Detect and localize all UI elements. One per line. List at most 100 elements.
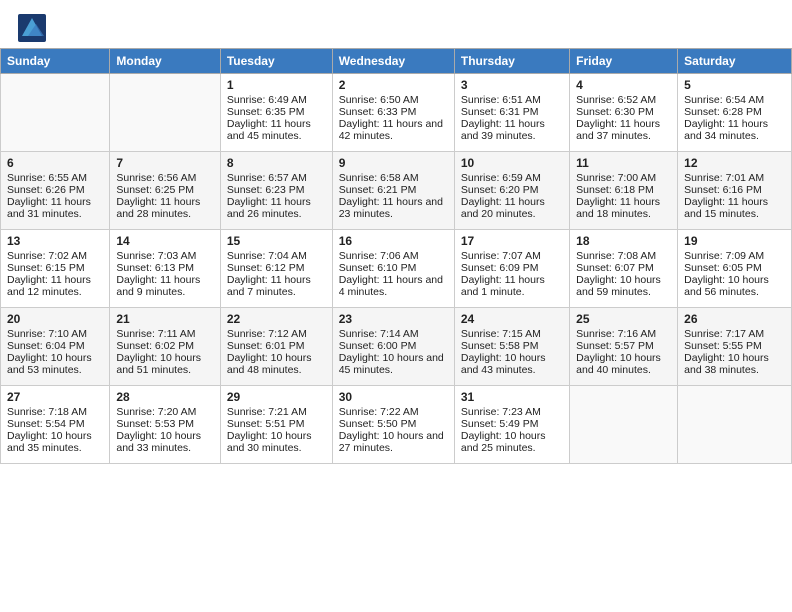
day-number: 25 bbox=[576, 312, 671, 326]
day-number: 20 bbox=[7, 312, 103, 326]
day-number: 15 bbox=[227, 234, 326, 248]
daylight-text: Daylight: 10 hours and 35 minutes. bbox=[7, 430, 103, 454]
calendar-cell: 9Sunrise: 6:58 AMSunset: 6:21 PMDaylight… bbox=[332, 152, 454, 230]
day-number: 16 bbox=[339, 234, 448, 248]
sunset-text: Sunset: 6:25 PM bbox=[116, 184, 213, 196]
sunrise-text: Sunrise: 7:21 AM bbox=[227, 406, 326, 418]
calendar-cell: 31Sunrise: 7:23 AMSunset: 5:49 PMDayligh… bbox=[454, 386, 569, 464]
calendar-cell: 2Sunrise: 6:50 AMSunset: 6:33 PMDaylight… bbox=[332, 74, 454, 152]
calendar-cell: 22Sunrise: 7:12 AMSunset: 6:01 PMDayligh… bbox=[220, 308, 332, 386]
calendar-cell: 29 Sunrise: 7:21 AMSunset: 5:51 PMDayligh… bbox=[220, 386, 332, 464]
calendar-week-row: 13Sunrise: 7:02 AMSunset: 6:15 PMDayligh… bbox=[1, 230, 792, 308]
sunset-text: Sunset: 6:21 PM bbox=[339, 184, 448, 196]
sunset-text: Sunset: 5:49 PM bbox=[461, 418, 563, 430]
sunset-text: Sunset: 6:28 PM bbox=[684, 106, 785, 118]
page-header bbox=[0, 0, 792, 48]
daylight-text: Daylight: 10 hours and 25 minutes. bbox=[461, 430, 563, 454]
sunset-text: Sunset: 6:10 PM bbox=[339, 262, 448, 274]
day-number: 28 bbox=[116, 390, 213, 404]
day-header-friday: Friday bbox=[570, 49, 678, 74]
day-number: 5 bbox=[684, 78, 785, 92]
sunrise-text: Sunrise: 7:18 AM bbox=[7, 406, 103, 418]
daylight-text: Daylight: 11 hours and 15 minutes. bbox=[684, 196, 785, 220]
day-number: 30 bbox=[339, 390, 448, 404]
daylight-text: Daylight: 10 hours and 38 minutes. bbox=[684, 352, 785, 376]
day-number: 27 bbox=[7, 390, 103, 404]
calendar-week-row: 20Sunrise: 7:10 AMSunset: 6:04 PMDayligh… bbox=[1, 308, 792, 386]
sunrise-text: Sunrise: 6:51 AM bbox=[461, 94, 563, 106]
sunrise-text: Sunrise: 6:52 AM bbox=[576, 94, 671, 106]
daylight-text: Daylight: 10 hours and 45 minutes. bbox=[339, 352, 448, 376]
calendar-cell: 26Sunrise: 7:17 AMSunset: 5:55 PMDayligh… bbox=[678, 308, 792, 386]
sunset-text: Sunset: 5:57 PM bbox=[576, 340, 671, 352]
sunset-text: Sunset: 6:30 PM bbox=[576, 106, 671, 118]
daylight-text: Daylight: 11 hours and 31 minutes. bbox=[7, 196, 103, 220]
calendar-cell: 5Sunrise: 6:54 AMSunset: 6:28 PMDaylight… bbox=[678, 74, 792, 152]
sunset-text: Sunset: 6:09 PM bbox=[461, 262, 563, 274]
sunrise-text: Sunrise: 7:10 AM bbox=[7, 328, 103, 340]
sunset-text: Sunset: 6:23 PM bbox=[227, 184, 326, 196]
daylight-text: Daylight: 11 hours and 45 minutes. bbox=[227, 118, 326, 142]
sunrise-text: Sunrise: 6:57 AM bbox=[227, 172, 326, 184]
sunrise-text: Sunrise: 7:01 AM bbox=[684, 172, 785, 184]
daylight-text: Daylight: 10 hours and 53 minutes. bbox=[7, 352, 103, 376]
day-number: 19 bbox=[684, 234, 785, 248]
sunset-text: Sunset: 5:54 PM bbox=[7, 418, 103, 430]
sunrise-text: Sunrise: 7:17 AM bbox=[684, 328, 785, 340]
sunrise-text: Sunrise: 6:56 AM bbox=[116, 172, 213, 184]
daylight-text: Daylight: 11 hours and 9 minutes. bbox=[116, 274, 213, 298]
daylight-text: Daylight: 11 hours and 12 minutes. bbox=[7, 274, 103, 298]
daylight-text: Daylight: 10 hours and 56 minutes. bbox=[684, 274, 785, 298]
sunrise-text: Sunrise: 7:23 AM bbox=[461, 406, 563, 418]
calendar-cell: 4Sunrise: 6:52 AMSunset: 6:30 PMDaylight… bbox=[570, 74, 678, 152]
calendar-cell: 10Sunrise: 6:59 AMSunset: 6:20 PMDayligh… bbox=[454, 152, 569, 230]
daylight-text: Daylight: 11 hours and 23 minutes. bbox=[339, 196, 448, 220]
day-number: 14 bbox=[116, 234, 213, 248]
calendar-cell bbox=[1, 74, 110, 152]
sunset-text: Sunset: 6:04 PM bbox=[7, 340, 103, 352]
day-number: 11 bbox=[576, 156, 671, 170]
sunrise-text: Sunrise: 7:12 AM bbox=[227, 328, 326, 340]
daylight-text: Daylight: 11 hours and 7 minutes. bbox=[227, 274, 326, 298]
sunset-text: Sunset: 5:51 PM bbox=[227, 418, 326, 430]
daylight-text: Daylight: 10 hours and 27 minutes. bbox=[339, 430, 448, 454]
calendar-cell bbox=[110, 74, 220, 152]
calendar-cell: 14Sunrise: 7:03 AMSunset: 6:13 PMDayligh… bbox=[110, 230, 220, 308]
day-number: 26 bbox=[684, 312, 785, 326]
sunrise-text: Sunrise: 7:08 AM bbox=[576, 250, 671, 262]
daylight-text: Daylight: 10 hours and 51 minutes. bbox=[116, 352, 213, 376]
calendar-cell: 30Sunrise: 7:22 AMSunset: 5:50 PMDayligh… bbox=[332, 386, 454, 464]
day-number: 29 bbox=[227, 390, 326, 404]
daylight-text: Daylight: 11 hours and 37 minutes. bbox=[576, 118, 671, 142]
calendar-week-row: 1Sunrise: 6:49 AMSunset: 6:35 PMDaylight… bbox=[1, 74, 792, 152]
sunrise-text: Sunrise: 7:02 AM bbox=[7, 250, 103, 262]
day-number: 1 bbox=[227, 78, 326, 92]
calendar-cell: 25Sunrise: 7:16 AMSunset: 5:57 PMDayligh… bbox=[570, 308, 678, 386]
sunset-text: Sunset: 6:31 PM bbox=[461, 106, 563, 118]
calendar-week-row: 6Sunrise: 6:55 AMSunset: 6:26 PMDaylight… bbox=[1, 152, 792, 230]
daylight-text: Daylight: 10 hours and 30 minutes. bbox=[227, 430, 326, 454]
calendar-cell: 16Sunrise: 7:06 AMSunset: 6:10 PMDayligh… bbox=[332, 230, 454, 308]
day-number: 24 bbox=[461, 312, 563, 326]
day-number: 6 bbox=[7, 156, 103, 170]
calendar-cell: 6Sunrise: 6:55 AMSunset: 6:26 PMDaylight… bbox=[1, 152, 110, 230]
calendar-cell: 17Sunrise: 7:07 AMSunset: 6:09 PMDayligh… bbox=[454, 230, 569, 308]
day-number: 10 bbox=[461, 156, 563, 170]
day-number: 17 bbox=[461, 234, 563, 248]
day-header-sunday: Sunday bbox=[1, 49, 110, 74]
daylight-text: Daylight: 11 hours and 39 minutes. bbox=[461, 118, 563, 142]
sunset-text: Sunset: 6:00 PM bbox=[339, 340, 448, 352]
daylight-text: Daylight: 10 hours and 59 minutes. bbox=[576, 274, 671, 298]
sunset-text: Sunset: 6:02 PM bbox=[116, 340, 213, 352]
sunrise-text: Sunrise: 7:09 AM bbox=[684, 250, 785, 262]
sunrise-text: Sunrise: 7:14 AM bbox=[339, 328, 448, 340]
calendar-cell: 13Sunrise: 7:02 AMSunset: 6:15 PMDayligh… bbox=[1, 230, 110, 308]
day-header-saturday: Saturday bbox=[678, 49, 792, 74]
sunset-text: Sunset: 5:53 PM bbox=[116, 418, 213, 430]
sunset-text: Sunset: 6:15 PM bbox=[7, 262, 103, 274]
calendar-cell: 11Sunrise: 7:00 AMSunset: 6:18 PMDayligh… bbox=[570, 152, 678, 230]
calendar-cell: 27 Sunrise: 7:18 AMSunset: 5:54 PMDayligh… bbox=[1, 386, 110, 464]
daylight-text: Daylight: 11 hours and 20 minutes. bbox=[461, 196, 563, 220]
calendar-cell: 18Sunrise: 7:08 AMSunset: 6:07 PMDayligh… bbox=[570, 230, 678, 308]
calendar-table: SundayMondayTuesdayWednesdayThursdayFrid… bbox=[0, 48, 792, 464]
